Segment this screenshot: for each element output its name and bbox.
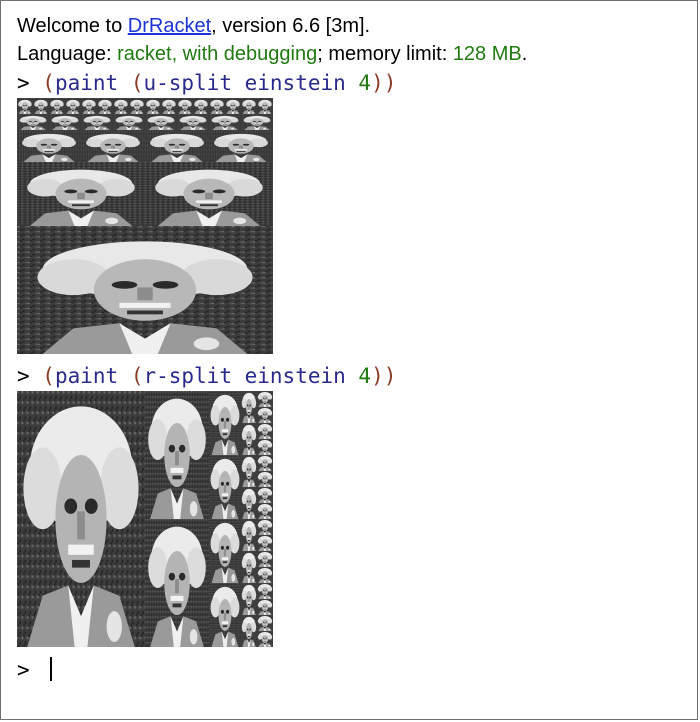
number-literal: 4 bbox=[358, 364, 372, 388]
interactions-window[interactable]: Welcome to DrRacket, version 6.6 [3m]. L… bbox=[0, 0, 698, 720]
welcome-line: Welcome to DrRacket, version 6.6 [3m]. bbox=[17, 12, 527, 40]
open-paren: ( bbox=[42, 364, 55, 388]
open-paren-inner: ( bbox=[118, 364, 144, 388]
close-parens: )) bbox=[371, 71, 397, 95]
repl-expression-1: > (paint (u-split einstein 4)) bbox=[17, 70, 396, 96]
welcome-banner: Welcome to DrRacket, version 6.6 [3m]. L… bbox=[17, 12, 527, 68]
drracket-link[interactable]: DrRacket bbox=[128, 15, 211, 37]
language-line: Language: racket, with debugging; memory… bbox=[17, 40, 527, 68]
u-split-picture bbox=[17, 98, 273, 354]
current-prompt-line[interactable]: > bbox=[17, 657, 53, 683]
memory-suffix: . bbox=[521, 43, 528, 65]
welcome-text: Welcome to bbox=[17, 15, 128, 37]
number-literal: 4 bbox=[358, 71, 372, 95]
memory-value: 128 MB bbox=[452, 43, 522, 65]
prompt-marker: > bbox=[17, 658, 43, 682]
language-label: Language: bbox=[17, 43, 118, 65]
prompt-marker: > bbox=[17, 71, 43, 95]
argument: einstein bbox=[231, 364, 359, 388]
r-split-picture bbox=[17, 391, 273, 647]
prompt-marker: > bbox=[17, 364, 43, 388]
memory-label: ; memory limit: bbox=[317, 43, 453, 65]
function-name: paint bbox=[54, 364, 119, 388]
inner-function-name: r-split bbox=[143, 364, 232, 388]
repl-expression-2: > (paint (r-split einstein 4)) bbox=[17, 363, 396, 389]
version-text: , version 6.6 [3m]. bbox=[211, 15, 371, 37]
close-parens: )) bbox=[371, 364, 397, 388]
argument: einstein bbox=[231, 71, 359, 95]
r-split-output-image bbox=[17, 391, 273, 647]
language-value: racket, with debugging bbox=[117, 43, 318, 65]
text-caret bbox=[50, 657, 53, 681]
inner-function-name: u-split bbox=[143, 71, 232, 95]
function-name: paint bbox=[54, 71, 119, 95]
u-split-output-image bbox=[17, 98, 273, 354]
open-paren: ( bbox=[42, 71, 55, 95]
open-paren-inner: ( bbox=[118, 71, 144, 95]
